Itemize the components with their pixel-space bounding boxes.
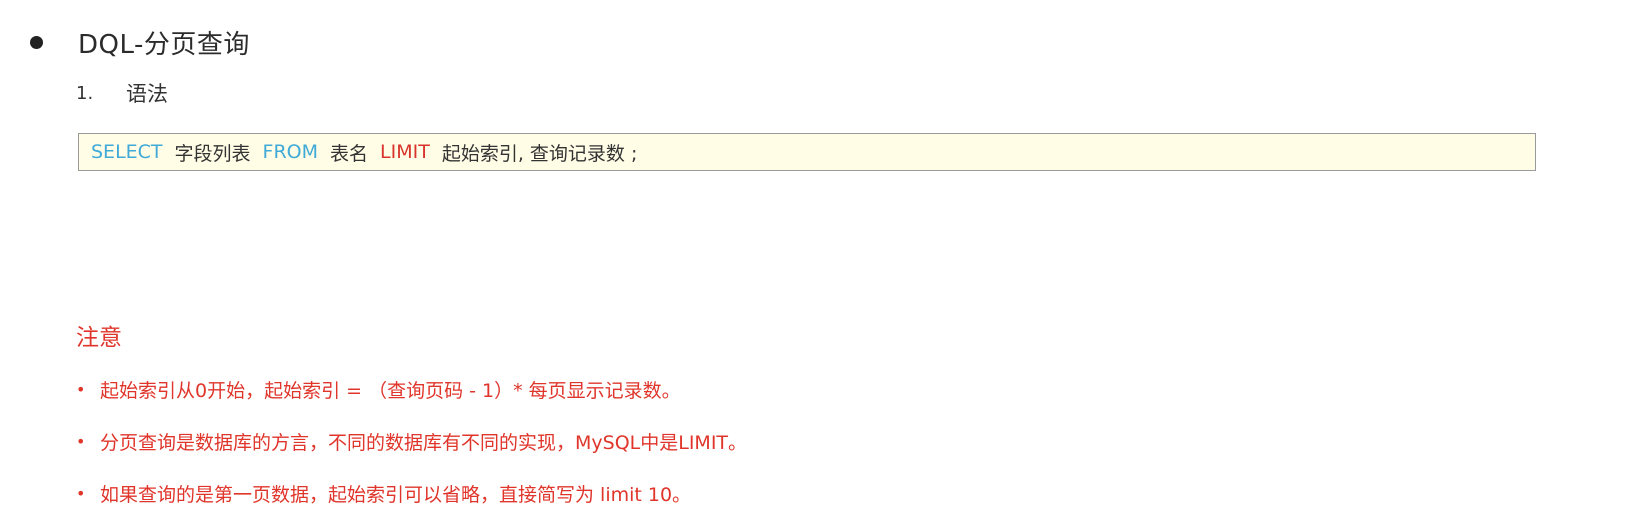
page-title: DQL-分页查询: [78, 29, 250, 60]
note-bullet-icon: •: [76, 483, 86, 503]
list-item: • 起始索引从0开始，起始索引 = （查询页码 - 1）* 每页显示记录数。: [76, 374, 747, 404]
code-args: 起始索引, 查询记录数 ;: [441, 142, 638, 165]
note-list: • 起始索引从0开始，起始索引 = （查询页码 - 1）* 每页显示记录数。 •…: [76, 374, 747, 530]
list-item: • 如果查询的是第一页数据，起始索引可以省略，直接简写为 limit 10。: [76, 478, 747, 508]
note-text: 分页查询是数据库的方言，不同的数据库有不同的实现，MySQL中是LIMIT。: [100, 431, 748, 454]
note-title: 注意: [76, 325, 122, 351]
section-heading: DQL-分页查询: [28, 20, 250, 64]
note-text: 如果查询的是第一页数据，起始索引可以省略，直接简写为 limit 10。: [100, 483, 692, 506]
step-item: 1. 语法: [76, 76, 168, 110]
note-bullet-icon: •: [76, 431, 86, 451]
bullet-dot-icon: [30, 35, 43, 49]
syntax-code-block: SELECT 字段列表 FROM 表名 LIMIT 起始索引, 查询记录数 ;: [78, 133, 1536, 171]
list-item: • 分页查询是数据库的方言，不同的数据库有不同的实现，MySQL中是LIMIT。: [76, 426, 747, 456]
step-number: 1.: [76, 82, 94, 104]
note-bullet-icon: •: [76, 379, 86, 399]
code-fields: 字段列表: [174, 142, 251, 165]
step-label: 语法: [126, 82, 168, 106]
code-select-keyword: SELECT: [91, 141, 163, 163]
note-text: 起始索引从0开始，起始索引 = （查询页码 - 1）* 每页显示记录数。: [100, 379, 681, 402]
code-table: 表名: [330, 142, 369, 165]
code-limit-keyword: LIMIT: [380, 141, 430, 163]
code-from-keyword: FROM: [262, 141, 319, 163]
